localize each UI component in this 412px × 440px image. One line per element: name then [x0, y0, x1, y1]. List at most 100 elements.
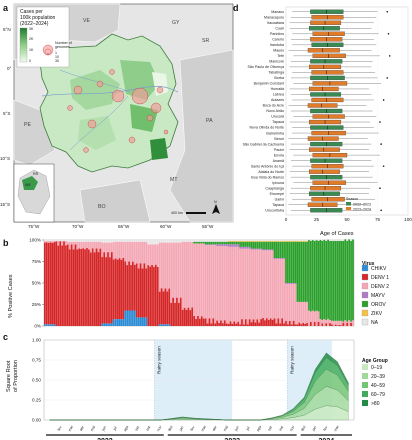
bar-segment-denv1: [185, 309, 188, 326]
month-label: jul: [112, 426, 118, 432]
month-label: nov: [156, 425, 162, 432]
bar-segment-na: [187, 240, 190, 242]
lat-label: 15°S: [0, 202, 10, 207]
bar-segment-orov: [275, 241, 278, 259]
bar-segment-denv1: [287, 324, 289, 326]
bar-segment-mayv: [264, 249, 266, 251]
country-label: MT: [170, 177, 178, 183]
bar-segment-orov: [256, 241, 259, 249]
bar-segment-mayv: [208, 244, 211, 246]
bar-segment-denv2: [313, 311, 316, 322]
bar-segment-orov: [227, 241, 230, 245]
bar-segment-mayv: [221, 244, 224, 247]
bar-segment-orov: [308, 240, 310, 311]
bar-segment-na: [248, 240, 251, 241]
bar-segment-na: [120, 240, 123, 242]
bar-segment-denv2: [164, 242, 167, 289]
bar-segment-denv1: [133, 264, 136, 311]
virus-legend-label: CHIKV: [371, 266, 387, 272]
bar-segment-chikv: [118, 319, 121, 326]
bar-segment-mayv: [223, 244, 226, 247]
bar-segment-denv1: [248, 319, 251, 326]
bar-segment-orov: [235, 241, 238, 245]
bar-segment-na: [258, 240, 261, 241]
bar-segment-na: [225, 240, 228, 242]
bar-segment-denv2: [133, 241, 136, 265]
bar-segment-na: [168, 240, 171, 243]
box: [310, 20, 342, 25]
bar-segment-na: [239, 240, 241, 241]
bar-segment-denv2: [216, 246, 218, 321]
bar-segment-denv1: [258, 322, 261, 326]
bar-segment-na: [78, 240, 81, 242]
bar-segment-mayv: [271, 249, 274, 251]
bar-segment-denv1: [271, 319, 274, 326]
bar-segment-denv2: [260, 249, 262, 320]
bar-segment-na: [72, 240, 75, 242]
bar-segment-na: [290, 240, 293, 241]
bar-segment-denv2: [179, 242, 182, 298]
bar-segment-denv1: [164, 288, 167, 325]
bar-segment-orov: [237, 241, 240, 245]
bar-segment-denv1: [120, 259, 123, 320]
bar-segment-denv1: [331, 324, 333, 326]
bar-segment-chikv: [45, 324, 48, 326]
outlier-point: [387, 33, 390, 35]
box: [307, 136, 339, 141]
bar-segment-na: [133, 240, 136, 242]
bar-segment-denv2: [239, 248, 241, 325]
bar-segment-denv1: [218, 322, 220, 326]
municipality-label: Beruri: [274, 137, 284, 141]
bar-segment-denv2: [185, 241, 188, 310]
bar-segment-denv2: [229, 246, 232, 322]
bar-segment-denv2: [223, 246, 226, 321]
outlier-point: [382, 165, 385, 167]
bar-segment-denv2: [258, 249, 261, 323]
bar-segment-denv2: [214, 245, 217, 324]
bar-segment-na: [206, 240, 209, 242]
bar-segment-denv1: [237, 321, 240, 326]
bar-segment-denv1: [101, 257, 104, 324]
bar-segment-denv2: [277, 258, 280, 319]
bar-segment-chikv: [51, 324, 54, 326]
bar-segment-denv2: [141, 241, 144, 269]
municipality-label: Barreirinha: [266, 131, 284, 135]
bar-segment-na: [300, 240, 303, 241]
bar-segment-denv2: [88, 241, 90, 250]
bar-segment-denv2: [151, 244, 153, 265]
bar-segment-denv1: [197, 316, 199, 326]
bar-segment-na: [260, 240, 262, 241]
legend-tick: 3K: [29, 27, 34, 31]
boxplot-xlabel: Age of Cases: [320, 231, 354, 237]
bar-segment-denv2: [130, 241, 132, 265]
bar-segment-denv2: [332, 320, 335, 326]
bar-segment-zikv: [275, 240, 278, 242]
bar-segment-zikv: [264, 240, 266, 242]
age-legend-swatch: [362, 400, 368, 406]
bar-segment-na: [223, 240, 226, 242]
bar-segment-denv1: [132, 261, 134, 311]
bar-segment-denv2: [51, 240, 54, 244]
bar-segment-na: [220, 240, 222, 242]
bar-segment-zikv: [298, 240, 301, 242]
virus-legend-label: OROV: [371, 302, 386, 308]
month-label: set: [267, 425, 273, 431]
bar-segment-orov: [311, 240, 314, 311]
bar-segment-na: [109, 240, 111, 243]
bar-segment-mayv: [260, 248, 262, 250]
bar-segment-denv2: [82, 241, 85, 249]
bar-segment-denv1: [176, 297, 178, 326]
bar-segment-denv1: [227, 323, 230, 326]
bar-segment-denv2: [153, 244, 155, 267]
bar-segment-mayv: [241, 246, 243, 249]
bar-segment-denv1: [281, 318, 284, 326]
bar-segment-na: [199, 240, 201, 242]
bar-segment-denv2: [338, 320, 341, 325]
bar-segment-denv2: [254, 249, 257, 323]
bar-segment-denv1: [45, 242, 48, 325]
bar-segment-na: [329, 240, 331, 241]
bar-segment-na: [130, 240, 132, 242]
bar-segment-orov: [252, 241, 255, 249]
bar-segment-mayv: [216, 244, 218, 247]
bar-segment-denv1: [244, 319, 247, 326]
